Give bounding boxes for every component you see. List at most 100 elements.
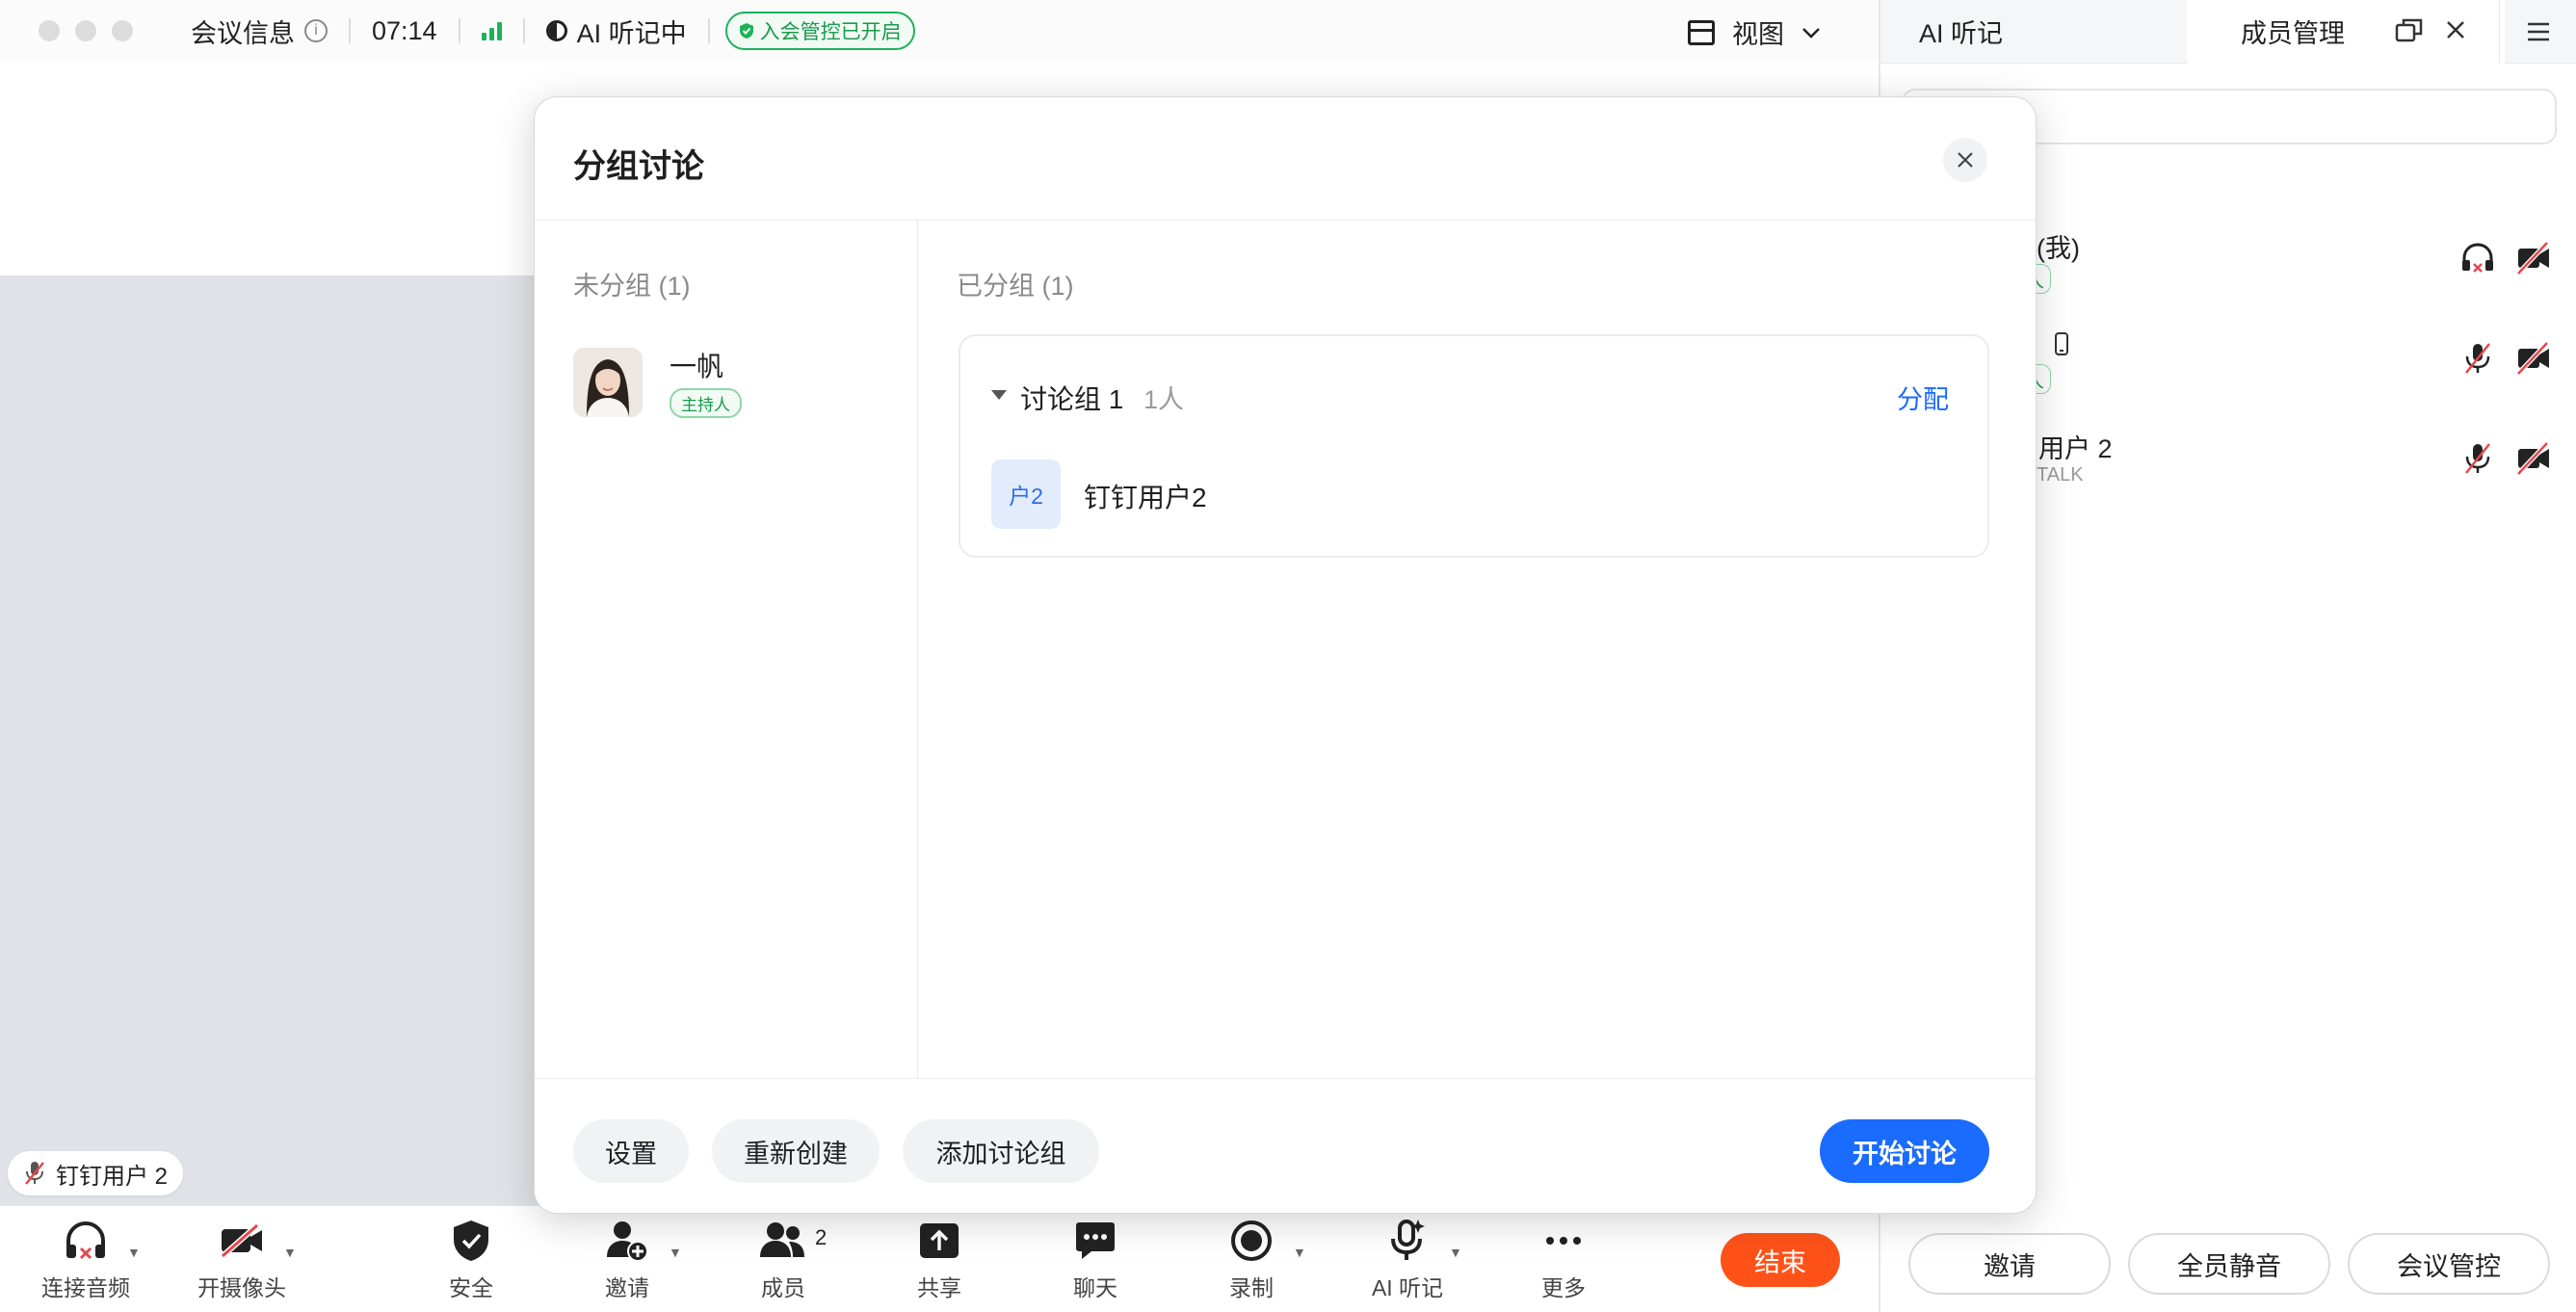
view-switch-button[interactable]: 视图 xyxy=(1688,13,1821,51)
share-screen-icon xyxy=(920,1223,959,1258)
camera-button[interactable]: 开摄像头 ▼ xyxy=(170,1216,314,1302)
mic-muted-icon xyxy=(25,1162,44,1185)
members-button[interactable]: 成员 2 xyxy=(711,1216,855,1302)
share-button[interactable]: 共享 xyxy=(867,1216,1012,1302)
breakout-dialog: 分组讨论 未分组 (1) 一帆 主持人 已分组 (1) 讨论组 1 1人 分配 … xyxy=(534,96,2037,1214)
invite-member-button[interactable]: 邀请 xyxy=(1908,1233,2111,1295)
chat-label: 聊天 xyxy=(1073,1275,1117,1300)
signal-strength-icon xyxy=(481,21,502,40)
members-count: 2 xyxy=(815,1225,828,1249)
dialog-close-button[interactable] xyxy=(1943,138,1987,182)
members-icon xyxy=(760,1222,804,1257)
caret-down-icon[interactable]: ▼ xyxy=(1449,1245,1462,1260)
bottom-toolbar: 连接音频 ▼ 开摄像头 ▼ 安全 邀请 ▼ 成员 2 共享 聊天 录制 ▼ AI… xyxy=(0,1205,1879,1312)
members-label: 成员 xyxy=(761,1275,805,1300)
ai-mic-icon xyxy=(1391,1220,1425,1260)
invite-label: 邀请 xyxy=(605,1275,649,1300)
hamburger-menu-icon xyxy=(2527,22,2549,41)
record-button[interactable]: 录制 ▼ xyxy=(1179,1216,1324,1302)
assign-button[interactable]: 分配 xyxy=(1897,379,1949,416)
active-speaker-label: 钉钉用户 2 xyxy=(8,1151,184,1195)
security-button[interactable]: 安全 xyxy=(399,1216,543,1302)
close-window-button[interactable] xyxy=(39,20,60,41)
ai-status-label: AI 听记中 xyxy=(576,18,687,48)
member-name: (我) xyxy=(2037,234,2080,263)
popout-window-icon[interactable] xyxy=(2395,17,2424,42)
maximize-window-button[interactable] xyxy=(112,20,133,41)
meeting-info-label: 会议信息 xyxy=(191,18,295,48)
camera-off-icon xyxy=(221,1223,262,1258)
tab-ai-notes[interactable]: AI 听记 xyxy=(1880,0,2187,64)
avatar: 户2 xyxy=(991,459,1061,529)
side-panel-tabs: AI 听记 成员管理 xyxy=(1880,0,2576,64)
end-meeting-button[interactable]: 结束 xyxy=(1721,1233,1840,1287)
start-discussion-button[interactable]: 开始讨论 xyxy=(1820,1119,1989,1183)
group-card: 讨论组 1 1人 分配 户2 钉钉用户2 xyxy=(959,334,1989,558)
entry-control-label: 入会管控已开启 xyxy=(759,21,902,43)
add-group-button[interactable]: 添加讨论组 xyxy=(903,1119,1099,1183)
record-label: 录制 xyxy=(1229,1275,1274,1300)
ai-notes-status[interactable]: AI 听记中 xyxy=(545,13,687,50)
window-controls xyxy=(39,20,133,41)
caret-down-icon[interactable]: ▼ xyxy=(1293,1245,1306,1260)
headphones-off-icon xyxy=(2462,243,2493,273)
chat-button[interactable]: 聊天 xyxy=(1023,1216,1168,1302)
headphones-off-icon xyxy=(66,1220,105,1260)
group-name[interactable]: 讨论组 1 xyxy=(1020,379,1123,417)
host-name: 一帆 xyxy=(670,352,724,381)
camera-off-icon xyxy=(2516,441,2549,476)
record-icon xyxy=(1231,1220,1272,1261)
grouped-heading: 已分组 (1) xyxy=(957,272,1074,301)
dialog-footer: 设置 重新创建 添加讨论组 开始讨论 xyxy=(535,1078,2036,1213)
side-panel-footer: 邀请 全员静音 会议管控 xyxy=(1880,1216,2576,1312)
camera-off-icon xyxy=(2516,341,2549,376)
mobile-device-icon xyxy=(2055,332,2068,355)
avatar xyxy=(573,348,643,417)
more-dots-icon xyxy=(1546,1237,1581,1245)
close-icon xyxy=(1958,152,1973,168)
entry-control-badge[interactable]: 入会管控已开启 xyxy=(724,12,915,50)
tab-members-label: 成员管理 xyxy=(2241,19,2345,48)
camera-label: 开摄像头 xyxy=(197,1275,286,1300)
divider xyxy=(349,18,351,43)
security-label: 安全 xyxy=(449,1275,493,1300)
grouped-column: 已分组 (1) 讨论组 1 1人 分配 户2 钉钉用户2 xyxy=(918,221,2036,1078)
invite-button[interactable]: 邀请 ▼ xyxy=(555,1216,699,1302)
ai-notes-button[interactable]: AI 听记 ▼ xyxy=(1335,1216,1480,1302)
connect-audio-label: 连接音频 xyxy=(41,1275,130,1300)
recreate-button[interactable]: 重新创建 xyxy=(712,1119,880,1183)
minimize-window-button[interactable] xyxy=(75,20,96,41)
mute-all-button[interactable]: 全员静音 xyxy=(2128,1233,2330,1295)
layout-grid-icon xyxy=(1688,19,1715,45)
host-portrait-icon xyxy=(573,348,643,417)
host-badge: 主持人 xyxy=(670,388,742,418)
speaker-name: 钉钉用户 2 xyxy=(56,1163,169,1190)
info-icon: i xyxy=(304,19,328,42)
shield-check-icon xyxy=(739,23,753,39)
menu-button[interactable] xyxy=(2499,0,2576,64)
caret-down-icon[interactable]: ▼ xyxy=(127,1245,141,1260)
group-member-count: 1人 xyxy=(1143,385,1185,414)
caret-down-icon[interactable] xyxy=(991,390,1007,400)
member-name: 用户 2 xyxy=(2038,434,2113,463)
close-icon[interactable] xyxy=(2445,19,2466,40)
share-label: 共享 xyxy=(917,1275,961,1300)
add-user-icon xyxy=(607,1221,648,1262)
view-label: 视图 xyxy=(1732,20,1784,49)
chevron-down-icon xyxy=(1802,27,1820,39)
meeting-info-button[interactable]: 会议信息 i xyxy=(191,13,328,50)
divider xyxy=(458,18,460,43)
ungrouped-column: 未分组 (1) 一帆 主持人 xyxy=(535,221,918,1078)
meeting-timer: 07:14 xyxy=(372,15,437,45)
caret-down-icon[interactable]: ▼ xyxy=(283,1245,297,1260)
divider xyxy=(707,18,710,43)
group-member-name: 钉钉用户2 xyxy=(1084,483,1207,512)
more-label: 更多 xyxy=(1541,1275,1586,1300)
more-button[interactable]: 更多 xyxy=(1491,1216,1636,1302)
settings-button[interactable]: 设置 xyxy=(573,1119,689,1183)
connect-audio-button[interactable]: 连接音频 ▼ xyxy=(13,1216,158,1302)
meeting-control-button[interactable]: 会议管控 xyxy=(2348,1233,2550,1295)
ungrouped-heading: 未分组 (1) xyxy=(573,272,691,301)
caret-down-icon[interactable]: ▼ xyxy=(669,1245,682,1260)
title-bar: 会议信息 i 07:14 AI 听记中 入会管控已开启 xyxy=(0,0,1879,62)
